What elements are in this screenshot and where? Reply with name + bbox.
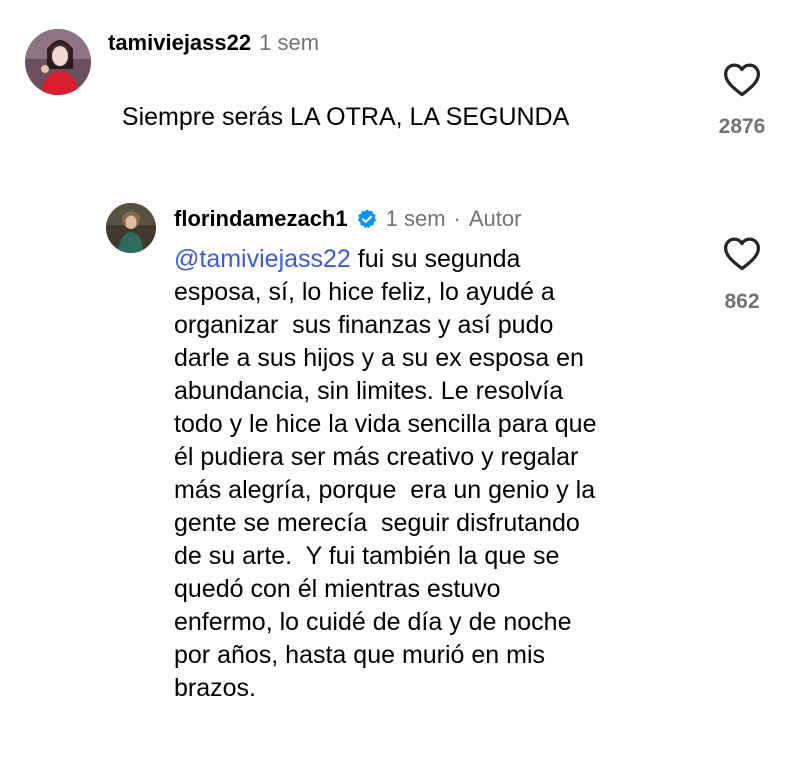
comment-username[interactable]: tamiviejass22 — [108, 30, 251, 56]
like-count: 2876 — [718, 115, 766, 138]
avatar-tamiviejass22[interactable] — [25, 29, 91, 95]
reply-like-count: 862 — [724, 290, 760, 313]
reply-time: 1 sem — [385, 206, 446, 231]
reply-body: fui su segunda esposa, sí, lo hice feliz… — [174, 245, 597, 702]
reply-username[interactable]: florindamezach1 — [174, 206, 348, 232]
author-label: Autor — [468, 206, 522, 231]
meta-separator: · — [453, 206, 461, 231]
like-button[interactable] — [722, 61, 762, 97]
heart-outline-icon — [724, 237, 760, 271]
heart-outline-icon — [724, 63, 760, 97]
comment-text: Siempre serás LA OTRA, LA SEGUNDA — [108, 68, 569, 134]
reply-like-button[interactable] — [722, 235, 762, 271]
avatar-florindamezach1[interactable] — [106, 203, 156, 253]
comment-time: 1 sem — [259, 30, 320, 55]
reply-text: @tamiviejass22 fui su segunda esposa, sí… — [174, 243, 694, 705]
comment-body: Siempre serás LA OTRA, LA SEGUNDA — [121, 103, 570, 131]
mention-link[interactable]: @tamiviejass22 — [174, 245, 351, 273]
verified-badge-icon — [356, 208, 378, 230]
